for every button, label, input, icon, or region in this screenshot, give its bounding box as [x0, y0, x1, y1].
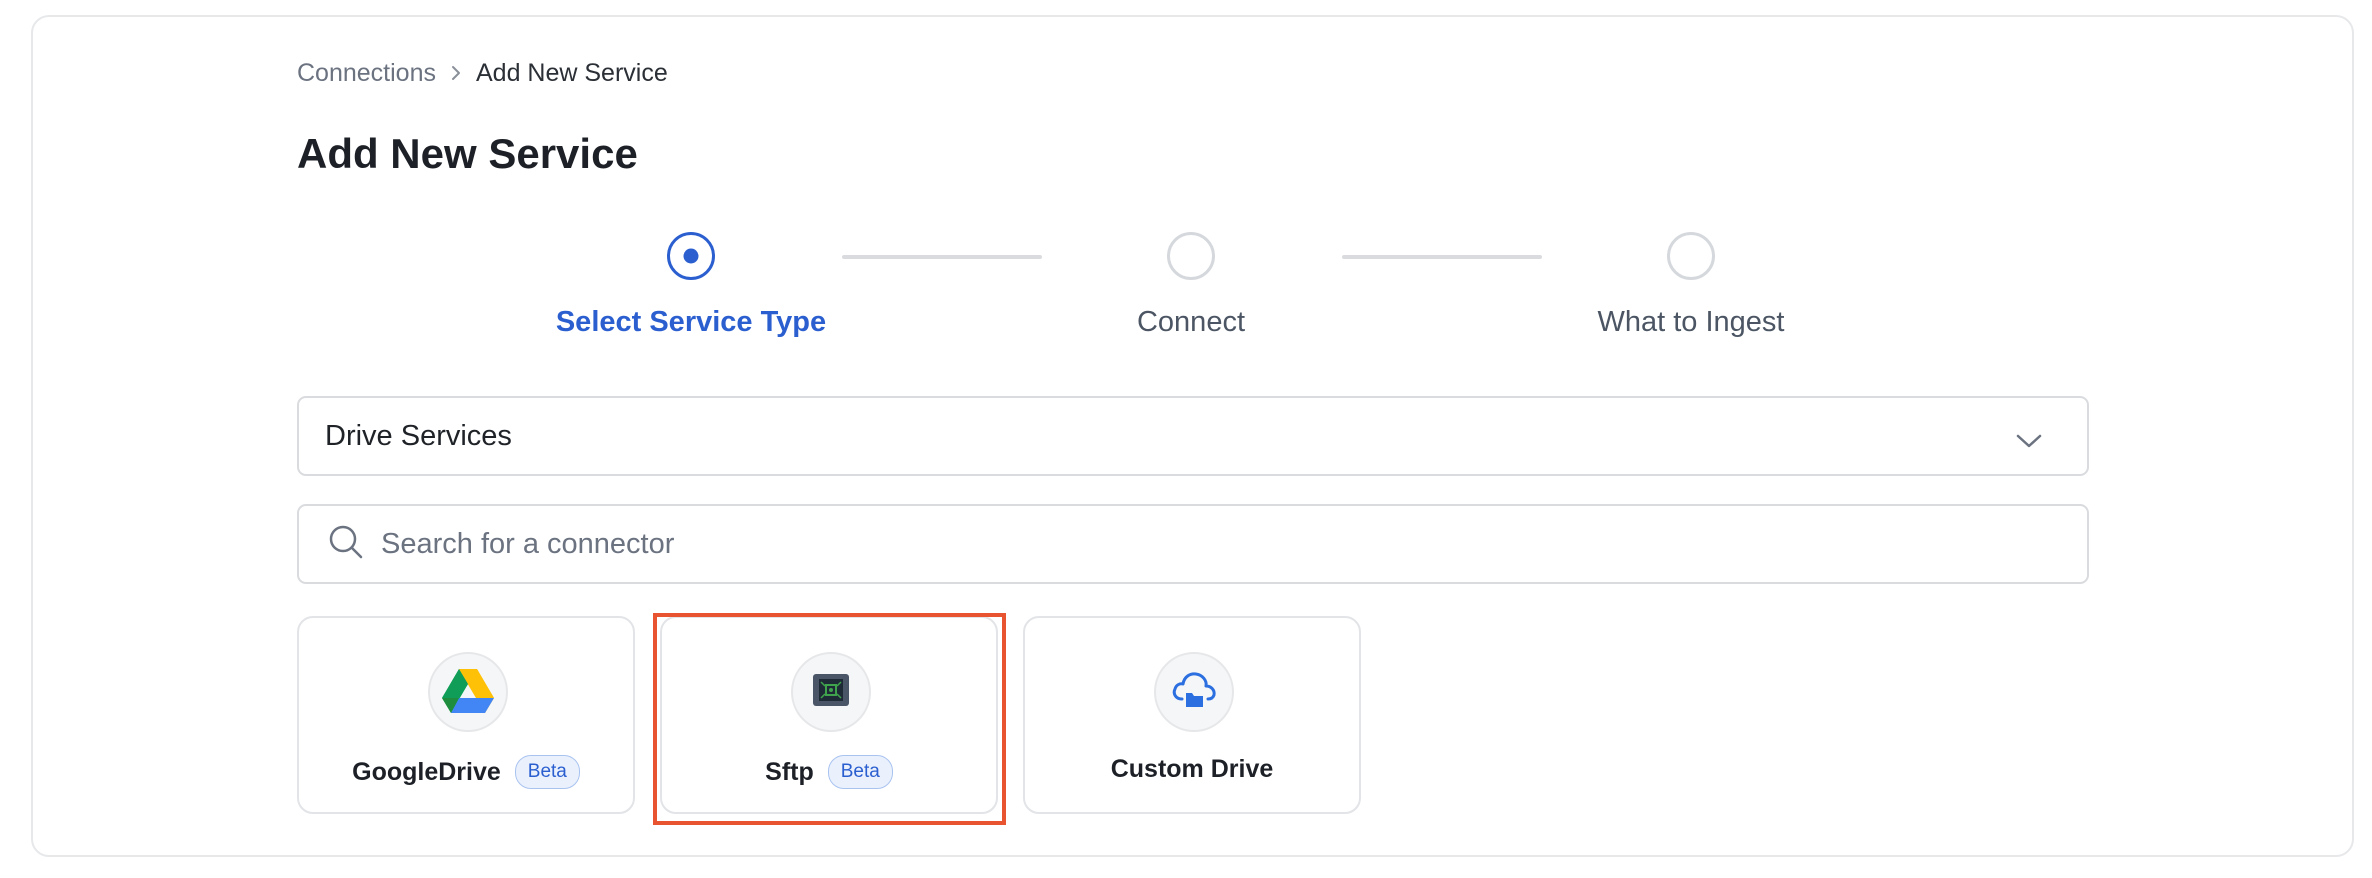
connector-card-sftp[interactable]: Sftp Beta — [660, 616, 998, 814]
sftp-server-icon — [812, 673, 850, 712]
stepper-connector-line — [842, 255, 1042, 259]
breadcrumb: Connections Add New Service — [297, 58, 668, 88]
connector-icon-wrap — [791, 652, 871, 732]
stepper-connector-line — [1342, 255, 1542, 259]
cloud-folder-icon — [1170, 669, 1218, 716]
step-label: Connect — [1136, 306, 1245, 338]
service-category-select[interactable]: Drive Services — [297, 396, 2089, 476]
google-drive-icon — [442, 667, 494, 718]
connector-card-googledrive[interactable]: GoogleDrive Beta — [297, 616, 635, 814]
connector-name: Custom Drive — [1110, 755, 1274, 783]
step-label: What to Ingest — [1597, 306, 1785, 338]
connector-card-custom-drive[interactable]: Custom Drive — [1023, 616, 1361, 814]
page-title: Add New Service — [297, 130, 638, 177]
connector-icon-wrap — [1154, 652, 1234, 732]
connector-icon-wrap — [428, 652, 508, 732]
connector-name: GoogleDrive — [352, 757, 501, 786]
step-pending-indicator-icon — [1667, 232, 1715, 280]
connector-name-row: GoogleDrive Beta — [299, 755, 633, 789]
step-label: Select Service Type — [555, 306, 827, 338]
breadcrumb-connections-link[interactable]: Connections — [297, 58, 436, 88]
beta-badge: Beta — [514, 755, 580, 789]
step-active-indicator-icon — [667, 232, 715, 280]
step-pending-indicator-icon — [1167, 232, 1215, 280]
chevron-right-icon — [450, 64, 462, 82]
service-category-value: Drive Services — [325, 419, 512, 452]
connector-search[interactable] — [297, 504, 2089, 584]
chevron-down-icon — [2015, 425, 2043, 458]
connector-name-row: Custom Drive — [1025, 755, 1359, 784]
breadcrumb-current: Add New Service — [475, 59, 668, 87]
beta-badge: Beta — [827, 755, 893, 789]
step-dot — [683, 248, 699, 264]
connector-name-row: Sftp Beta — [662, 755, 996, 789]
search-input[interactable] — [381, 527, 1981, 561]
connector-name: Sftp — [765, 757, 814, 786]
search-icon — [327, 523, 365, 566]
